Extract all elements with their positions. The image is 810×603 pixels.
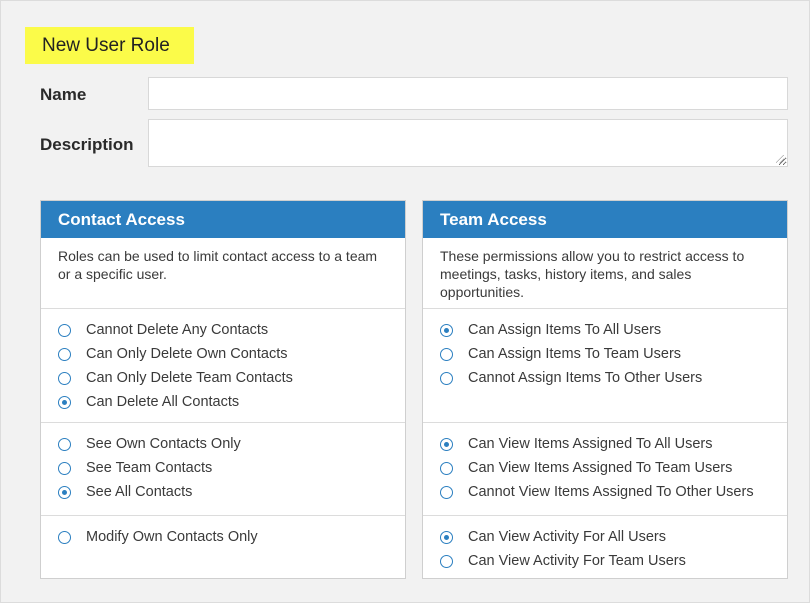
radio-icon[interactable]: [58, 323, 71, 337]
radio-icon[interactable]: [58, 395, 71, 409]
name-input[interactable]: [148, 77, 788, 110]
option-can-only-delete-own-contacts[interactable]: Can Only Delete Own Contacts: [41, 342, 405, 366]
option-label: Cannot Assign Items To Other Users: [468, 370, 703, 386]
option-cannot-assign-items-to-other-users[interactable]: Cannot Assign Items To Other Users: [423, 366, 787, 390]
team-access-description: These permissions allow you to restrict …: [423, 238, 787, 309]
option-cannot-view-items-assigned-to-other-users[interactable]: Cannot View Items Assigned To Other User…: [423, 480, 787, 504]
option-cannot-delete-any-contacts[interactable]: Cannot Delete Any Contacts: [41, 318, 405, 342]
radio-icon[interactable]: [440, 347, 453, 361]
option-label: Can Only Delete Team Contacts: [86, 370, 293, 386]
option-label: Can View Activity For All Users: [468, 529, 666, 545]
team-assign-group: Can Assign Items To All Users Can Assign…: [423, 309, 787, 423]
option-can-only-delete-team-contacts[interactable]: Can Only Delete Team Contacts: [41, 366, 405, 390]
radio-icon[interactable]: [58, 437, 71, 451]
team-view-items-group: Can View Items Assigned To All Users Can…: [423, 423, 787, 516]
option-modify-own-contacts-only[interactable]: Modify Own Contacts Only: [41, 525, 405, 549]
page-title: New User Role: [25, 27, 194, 64]
radio-icon[interactable]: [440, 461, 453, 475]
team-view-activity-group: Can View Activity For All Users Can View…: [423, 516, 787, 573]
option-can-assign-items-to-all-users[interactable]: Can Assign Items To All Users: [423, 318, 787, 342]
contact-access-panel: Contact Access Roles can be used to limi…: [40, 200, 406, 579]
description-label: Description: [40, 135, 134, 154]
option-label: See Own Contacts Only: [86, 436, 241, 452]
name-label: Name: [40, 85, 87, 104]
option-can-view-items-assigned-to-all-users[interactable]: Can View Items Assigned To All Users: [423, 432, 787, 456]
radio-icon[interactable]: [440, 323, 453, 337]
option-can-delete-all-contacts[interactable]: Can Delete All Contacts: [41, 390, 405, 414]
team-access-panel: Team Access These permissions allow you …: [422, 200, 788, 579]
option-label: Can View Items Assigned To Team Users: [468, 460, 733, 476]
radio-icon[interactable]: [440, 485, 453, 499]
option-label: Can Assign Items To All Users: [468, 322, 662, 338]
option-label: Can Delete All Contacts: [86, 394, 240, 410]
option-can-view-activity-for-all-users[interactable]: Can View Activity For All Users: [423, 525, 787, 549]
team-access-header: Team Access: [423, 201, 787, 238]
option-label: Cannot View Items Assigned To Other User…: [468, 484, 754, 500]
contact-delete-group: Cannot Delete Any Contacts Can Only Dele…: [41, 309, 405, 423]
radio-icon[interactable]: [58, 347, 71, 361]
option-label: Can View Items Assigned To All Users: [468, 436, 713, 452]
radio-icon[interactable]: [58, 461, 71, 475]
contact-access-description: Roles can be used to limit contact acces…: [41, 238, 405, 309]
option-label: Can Assign Items To Team Users: [468, 346, 682, 362]
radio-icon[interactable]: [58, 371, 71, 385]
option-label: See All Contacts: [86, 484, 193, 500]
radio-icon[interactable]: [58, 485, 71, 499]
radio-icon[interactable]: [440, 371, 453, 385]
option-label: Can View Activity For Team Users: [468, 553, 686, 569]
option-see-all-contacts[interactable]: See All Contacts: [41, 480, 405, 504]
option-see-team-contacts[interactable]: See Team Contacts: [41, 456, 405, 480]
option-can-assign-items-to-team-users[interactable]: Can Assign Items To Team Users: [423, 342, 787, 366]
option-label: Can Only Delete Own Contacts: [86, 346, 288, 362]
option-see-own-contacts-only[interactable]: See Own Contacts Only: [41, 432, 405, 456]
contact-access-header: Contact Access: [41, 201, 405, 238]
option-label: Cannot Delete Any Contacts: [86, 322, 269, 338]
option-label: Modify Own Contacts Only: [86, 529, 258, 545]
option-label: See Team Contacts: [86, 460, 213, 476]
radio-icon[interactable]: [440, 554, 453, 568]
radio-icon[interactable]: [58, 530, 71, 544]
radio-icon[interactable]: [440, 437, 453, 451]
option-can-view-items-assigned-to-team-users[interactable]: Can View Items Assigned To Team Users: [423, 456, 787, 480]
page-frame: New User Role Name Description Contact A…: [0, 0, 810, 603]
contact-modify-group: Modify Own Contacts Only: [41, 516, 405, 549]
description-input[interactable]: [148, 119, 788, 167]
option-can-view-activity-for-team-users[interactable]: Can View Activity For Team Users: [423, 549, 787, 573]
radio-icon[interactable]: [440, 530, 453, 544]
contact-see-group: See Own Contacts Only See Team Contacts …: [41, 423, 405, 516]
